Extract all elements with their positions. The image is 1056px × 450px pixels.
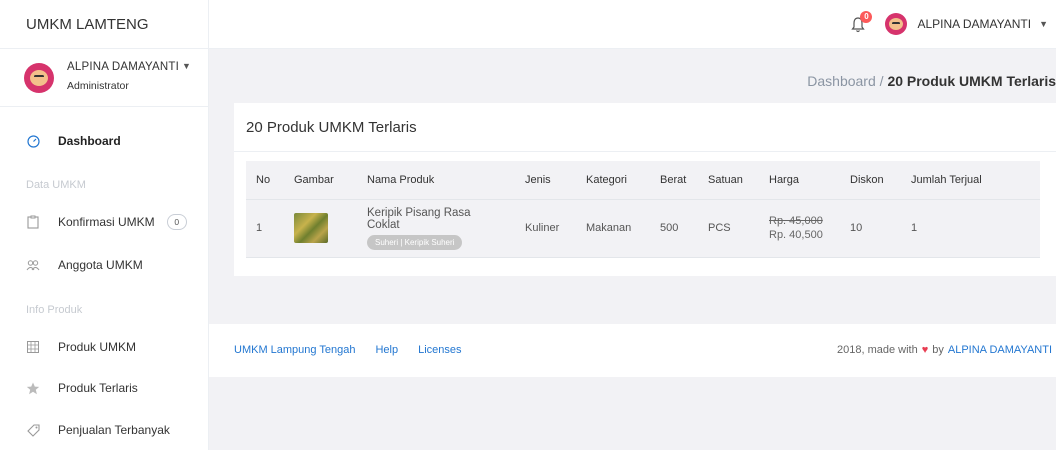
- sidebar-item-konfirmasi[interactable]: Konfirmasi UMKM 0: [0, 207, 208, 237]
- cell-berat: 500: [650, 198, 698, 258]
- chevron-down-icon[interactable]: ▼: [1039, 19, 1048, 29]
- cell-no: 1: [246, 198, 284, 258]
- column-header: Gambar: [284, 161, 357, 199]
- tag-icon: [26, 423, 40, 437]
- cell-product: Keripik Pisang Rasa Coklat Suheri | Keri…: [357, 198, 515, 258]
- cell-diskon: 10: [840, 198, 901, 258]
- price-discounted: Rp. 40,500: [769, 229, 823, 241]
- users-icon: [26, 258, 40, 272]
- breadcrumb-current: 20 Produk UMKM Terlaris: [887, 73, 1056, 89]
- column-header: Harga: [759, 161, 840, 199]
- notification-badge: 0: [860, 11, 873, 23]
- profile-name: ALPINA DAMAYANTI: [67, 61, 180, 73]
- column-header: Kategori: [576, 161, 650, 199]
- cell-harga: Rp. 45,000 Rp. 40,500: [759, 198, 840, 258]
- cell-kategori: Makanan: [576, 198, 650, 258]
- sidebar-item-anggota[interactable]: Anggota UMKM: [0, 250, 208, 280]
- footer-by: by: [932, 344, 944, 356]
- footer: UMKM Lampung Tengah Help Licenses 2018, …: [209, 324, 1056, 377]
- sidebar-section-info: Info Produk: [26, 304, 83, 316]
- sidebar-item-label: Dashboard: [58, 134, 121, 148]
- sidebar-item-produk[interactable]: Produk UMKM: [0, 332, 208, 362]
- product-seller-tag: Suheri | Keripik Suheri: [367, 234, 463, 250]
- card-divider: [234, 151, 1056, 152]
- profile-role: Administrator: [67, 80, 129, 92]
- clipboard-icon: [26, 215, 40, 229]
- sidebar-item-terlaris[interactable]: Produk Terlaris: [0, 373, 208, 403]
- footer-link-licenses[interactable]: Licenses: [418, 344, 461, 356]
- sidebar-item-label: Produk Terlaris: [58, 381, 138, 395]
- top-navbar: UMKM LAMTENG 0 ALPINA DAMAYANTI ▼: [0, 0, 1056, 49]
- top-user-name[interactable]: ALPINA DAMAYANTI: [917, 17, 1031, 31]
- cell-satuan: PCS: [698, 198, 759, 258]
- column-header: Nama Produk: [357, 161, 515, 199]
- sidebar-section-data: Data UMKM: [26, 179, 86, 191]
- sidebar-item-label: Produk UMKM: [58, 340, 137, 354]
- star-icon: [26, 381, 40, 395]
- product-name: Keripik Pisang Rasa Coklat: [367, 206, 471, 231]
- column-header: No: [246, 161, 284, 199]
- profile-avatar: [24, 63, 54, 93]
- top-right-area: 0 ALPINA DAMAYANTI ▼: [851, 11, 1048, 35]
- sidebar-item-label: Anggota UMKM: [58, 258, 143, 272]
- breadcrumb: Dashboard / 20 Produk UMKM Terlaris: [807, 73, 1056, 89]
- notification-bell[interactable]: 0: [851, 11, 873, 35]
- product-image[interactable]: [294, 213, 328, 243]
- cell-terjual: 1: [901, 198, 1040, 258]
- footer-author-link[interactable]: ALPINA DAMAYANTI: [948, 344, 1052, 356]
- footer-links: UMKM Lampung Tengah Help Licenses: [234, 344, 482, 356]
- column-header: Jenis: [515, 161, 576, 199]
- table-row: 1 Keripik Pisang Rasa Coklat Suheri | Ke…: [246, 198, 1040, 258]
- sidebar-item-dashboard[interactable]: Dashboard: [0, 126, 208, 156]
- sidebar-profile[interactable]: ALPINA DAMAYANTI ▼ Administrator: [0, 49, 208, 107]
- avatar[interactable]: [885, 13, 908, 35]
- cell-jenis: Kuliner: [515, 198, 576, 258]
- sidebar: ALPINA DAMAYANTI ▼ Administrator Dashboa…: [0, 49, 209, 450]
- cell-image: [284, 198, 357, 258]
- konfirmasi-count-badge: 0: [166, 214, 187, 230]
- sidebar-item-penjualan[interactable]: Penjualan Terbanyak: [0, 415, 208, 445]
- footer-made-with: 2018, made with: [837, 344, 918, 356]
- chevron-down-icon[interactable]: ▼: [182, 61, 191, 71]
- products-table: No Gambar Nama Produk Jenis Kategori Ber…: [246, 161, 1040, 258]
- column-header: Diskon: [840, 161, 901, 199]
- price-original: Rp. 45,000: [769, 215, 823, 227]
- sidebar-item-label: Konfirmasi UMKM: [58, 215, 155, 229]
- speedometer-icon: [26, 134, 40, 148]
- column-header: Berat: [650, 161, 698, 199]
- footer-link-help[interactable]: Help: [375, 344, 398, 356]
- breadcrumb-separator: /: [875, 73, 888, 89]
- heart-icon: ♥: [921, 344, 929, 356]
- footer-credit: 2018, made with ♥ by ALPINA DAMAYANTI: [837, 344, 1052, 356]
- column-header: Satuan: [698, 161, 759, 199]
- top-products-card: 20 Produk UMKM Terlaris No Gambar Nama P…: [234, 103, 1056, 276]
- breadcrumb-parent[interactable]: Dashboard: [807, 73, 876, 89]
- sidebar-item-label: Penjualan Terbanyak: [58, 423, 170, 437]
- footer-link-umkm[interactable]: UMKM Lampung Tengah: [234, 344, 355, 356]
- column-header: Jumlah Terjual: [901, 161, 1040, 199]
- brand-logo[interactable]: UMKM LAMTENG: [0, 0, 209, 49]
- card-title: 20 Produk UMKM Terlaris: [246, 119, 417, 136]
- grid-icon: [26, 340, 40, 354]
